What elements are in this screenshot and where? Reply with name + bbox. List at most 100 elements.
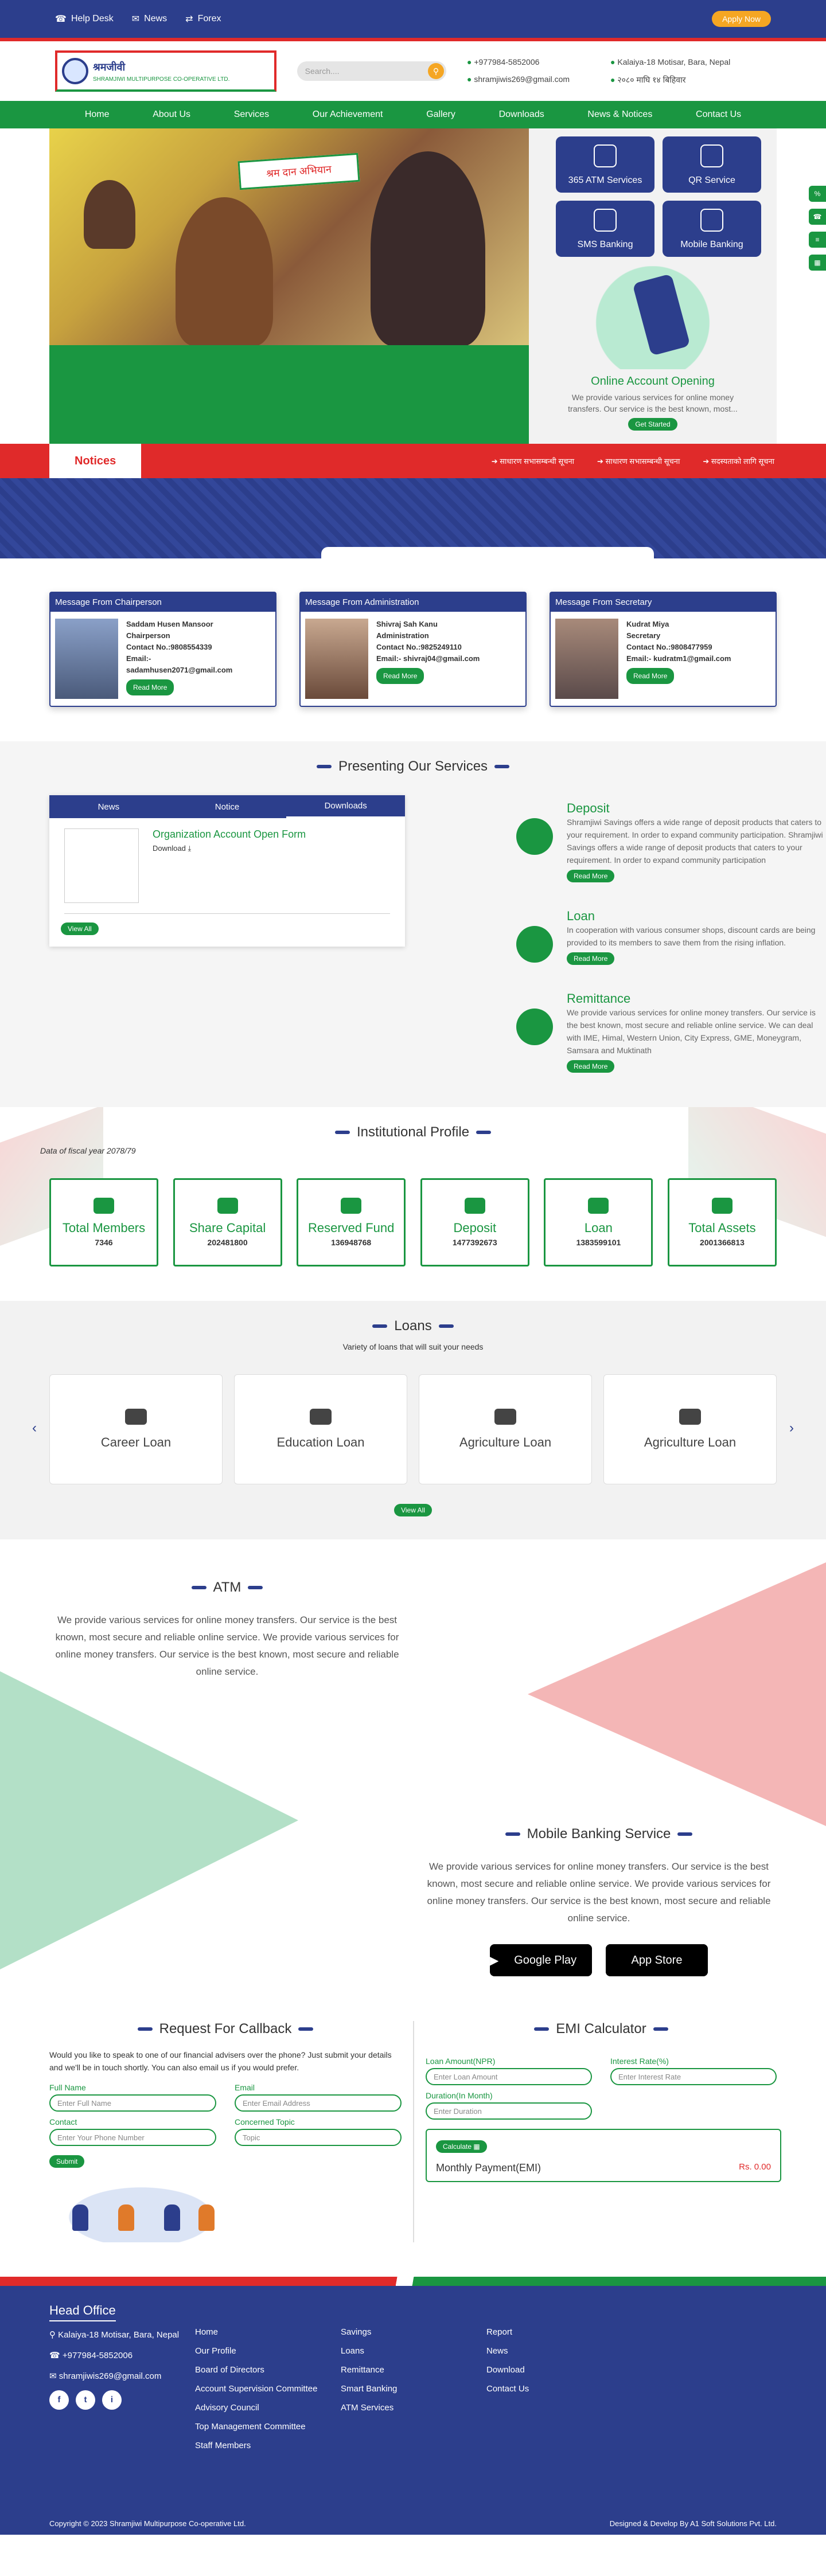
sms-icon <box>594 209 617 232</box>
floating-social-bar: % ☎ ≡ ▦ <box>809 186 826 271</box>
footer-email[interactable]: ✉ shramjiwis269@gmail.com <box>49 2370 195 2383</box>
footer-link[interactable]: Remittance <box>341 2365 486 2375</box>
app-store-button[interactable]: App Store <box>606 1944 708 1976</box>
read-more-button[interactable]: Read More <box>567 870 615 882</box>
footer-link[interactable]: Report <box>486 2327 529 2337</box>
email-field[interactable]: Enter Email Address <box>235 2094 402 2112</box>
calculator-icon[interactable]: ▦ <box>809 255 826 271</box>
duration-field[interactable]: Enter Duration <box>426 2102 592 2120</box>
calculate-button[interactable]: Calculate ▦ <box>436 2140 487 2153</box>
atm-services-tile[interactable]: 365 ATM Services <box>556 136 654 193</box>
footer-link[interactable]: Account Supervision Committee <box>195 2384 341 2394</box>
tab-news[interactable]: News <box>49 795 168 818</box>
person-name: Saddam Husen Mansoor <box>126 620 213 628</box>
search-input[interactable]: Search.... ⚲ <box>297 61 446 81</box>
footer-link[interactable]: Savings <box>341 2327 486 2337</box>
stat-reserved-fund: Reserved Fund 136948768 <box>297 1178 406 1266</box>
view-all-button[interactable]: View All <box>61 922 99 935</box>
sms-banking-tile[interactable]: SMS Banking <box>556 201 654 257</box>
submit-button[interactable]: Submit <box>49 2155 85 2168</box>
full-name-field[interactable]: Enter Full Name <box>49 2094 216 2112</box>
loan-amount-field[interactable]: Enter Loan Amount <box>426 2068 592 2085</box>
google-play-button[interactable]: ▶ Google Play <box>490 1944 592 1976</box>
apply-now-button[interactable]: Apply Now <box>712 11 771 27</box>
atm-title: ATM <box>49 1580 405 1596</box>
notice-item[interactable]: ➔ सदस्यताको लागि सूचना <box>703 456 774 466</box>
tab-downloads[interactable]: Downloads <box>286 795 406 818</box>
download-link[interactable]: Download ⤓ <box>153 844 306 853</box>
footer-link[interactable]: Staff Members <box>195 2441 341 2450</box>
topic-field[interactable]: Topic <box>235 2129 402 2146</box>
nav-news[interactable]: News & Notices <box>587 110 652 120</box>
handshake-icon <box>588 1198 609 1214</box>
loan-card[interactable]: Education Loan <box>234 1374 407 1484</box>
loan-card[interactable]: Agriculture Loan <box>603 1374 777 1484</box>
app-store-label: App Store <box>606 1944 708 1976</box>
contact-field[interactable]: Enter Your Phone Number <box>49 2129 216 2146</box>
chevron-left-icon[interactable]: ‹ <box>32 1420 37 1436</box>
site-header: श्रमजीवी SHRAMJIWI MULTIPURPOSE CO-OPERA… <box>0 41 826 101</box>
qr-service-tile[interactable]: QR Service <box>663 136 761 193</box>
get-started-button[interactable]: Get Started <box>628 418 677 431</box>
instagram-icon[interactable]: i <box>102 2390 122 2410</box>
mobile-banking-text: We provide various services for online m… <box>427 1861 771 1924</box>
nav-about[interactable]: About Us <box>153 110 190 120</box>
emi-title: EMI Calculator <box>426 2021 777 2037</box>
footer-link[interactable]: Board of Directors <box>195 2365 341 2375</box>
read-more-button[interactable]: Read More <box>567 952 615 965</box>
forex-link[interactable]: ⇄ Forex <box>185 13 221 25</box>
logo[interactable]: श्रमजीवी SHRAMJIWI MULTIPURPOSE CO-OPERA… <box>55 50 276 92</box>
interest-rate-field[interactable]: Enter Interest Rate <box>610 2068 777 2085</box>
twitter-icon[interactable]: t <box>76 2390 95 2410</box>
notice-text: साधारण सभासम्बन्धी सूचना <box>500 457 575 466</box>
loan-card[interactable]: Career Loan <box>49 1374 223 1484</box>
institutional-profile: Institutional Profile Data of fiscal yea… <box>0 1107 826 1301</box>
person-contact: Contact No.:9825249110 <box>376 643 462 651</box>
footer-link[interactable]: Top Management Committee <box>195 2422 341 2432</box>
developer-credit[interactable]: Designed & Develop By A1 Soft Solutions … <box>610 2519 777 2528</box>
notice-item[interactable]: ➔ साधारण सभासम्बन्धी सूचना <box>492 456 574 466</box>
view-all-button[interactable]: View All <box>394 1504 432 1516</box>
phone-icon[interactable]: ☎ <box>809 209 826 225</box>
percent-icon[interactable]: % <box>809 186 826 202</box>
footer-link[interactable]: Home <box>195 2327 341 2337</box>
footer-email-text: shramjiwis269@gmail.com <box>59 2371 162 2381</box>
footer-link[interactable]: Contact Us <box>486 2384 529 2394</box>
stat-value: 202481800 <box>207 1238 248 1247</box>
nav-gallery[interactable]: Gallery <box>426 110 455 120</box>
read-more-button[interactable]: Read More <box>567 1060 615 1073</box>
footer-link[interactable]: News <box>486 2346 529 2356</box>
tab-notice[interactable]: Notice <box>168 795 287 818</box>
nav-achievement[interactable]: Our Achievement <box>313 110 383 120</box>
hero-slider[interactable]: श्रम दान अभियान <box>49 128 529 444</box>
pie-chart-icon <box>341 1198 362 1214</box>
help-desk-link[interactable]: ☎ Help Desk <box>55 13 114 25</box>
read-more-button[interactable]: Read More <box>626 668 675 684</box>
chevron-right-icon[interactable]: › <box>789 1420 794 1436</box>
nav-contact[interactable]: Contact Us <box>696 110 741 120</box>
avatar <box>55 619 118 699</box>
search-icon[interactable]: ⚲ <box>428 63 444 79</box>
footer-link[interactable]: Smart Banking <box>341 2384 486 2394</box>
list-icon[interactable]: ≡ <box>809 232 826 248</box>
header-email[interactable]: shramjiwis269@gmail.com <box>467 75 610 85</box>
notice-item[interactable]: ➔ साधारण सभासम्बन्धी सूचना <box>597 456 680 466</box>
nav-home[interactable]: Home <box>85 110 110 120</box>
read-more-button[interactable]: Read More <box>376 668 424 684</box>
loan-card[interactable]: Agriculture Loan <box>419 1374 592 1484</box>
read-more-button[interactable]: Read More <box>126 679 174 695</box>
facebook-icon[interactable]: f <box>49 2390 69 2410</box>
footer-link[interactable]: Our Profile <box>195 2346 341 2356</box>
nav-downloads[interactable]: Downloads <box>499 110 544 120</box>
field-label: Loan Amount(NPR) <box>426 2057 496 2066</box>
footer-link[interactable]: Loans <box>341 2346 486 2356</box>
footer-link[interactable]: ATM Services <box>341 2403 486 2413</box>
loans-subtitle: Variety of loans that will suit your nee… <box>342 1342 484 1351</box>
mobile-banking-tile[interactable]: Mobile Banking <box>663 201 761 257</box>
news-link[interactable]: ✉ News <box>132 13 167 25</box>
search-placeholder: Search.... <box>305 67 340 76</box>
footer-link[interactable]: Advisory Council <box>195 2403 341 2413</box>
nav-services[interactable]: Services <box>234 110 269 120</box>
document-title[interactable]: Organization Account Open Form <box>153 828 306 841</box>
footer-link[interactable]: Download <box>486 2365 529 2375</box>
